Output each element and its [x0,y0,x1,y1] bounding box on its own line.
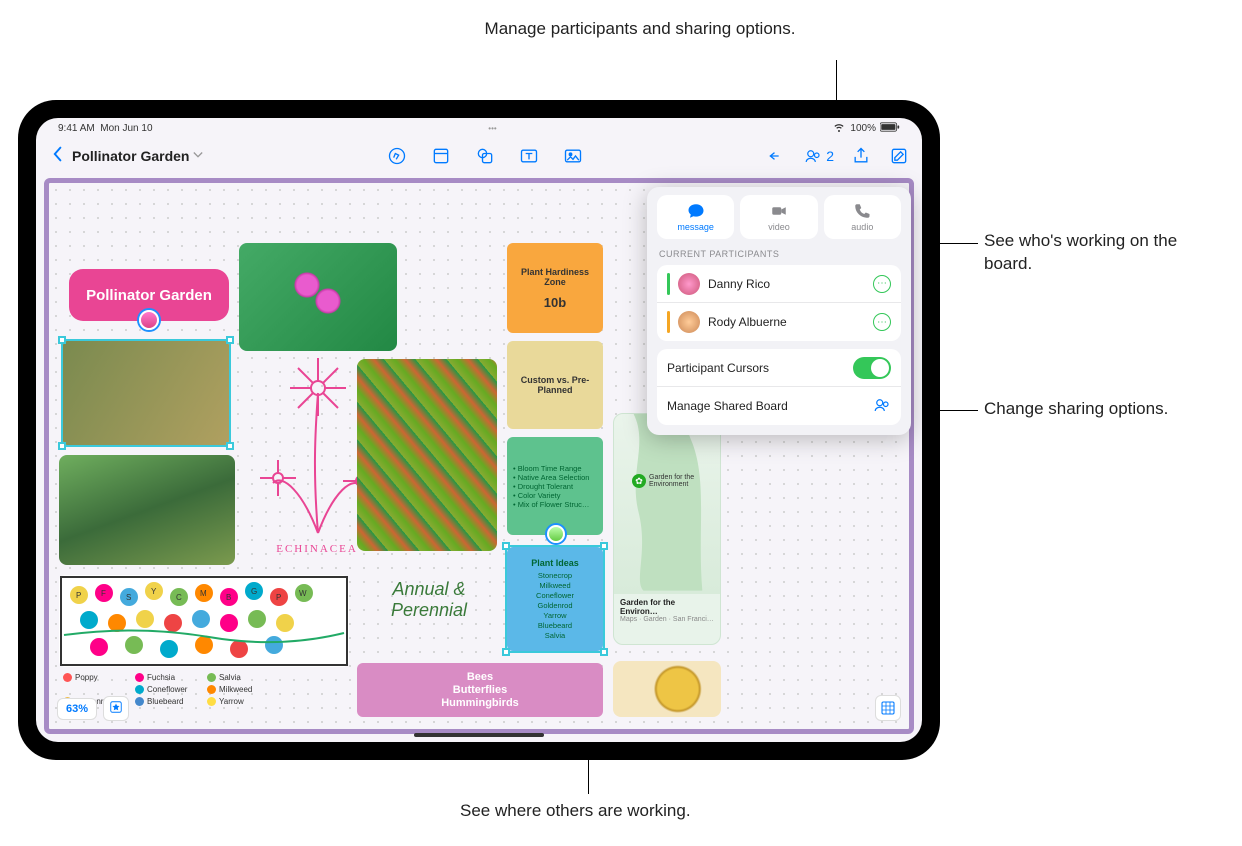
audio-button[interactable]: audio [824,195,901,239]
callout-manage: Manage participants and sharing options. [480,18,800,41]
avatar [678,273,700,295]
handwriting-text[interactable]: Annual & Perennial [359,579,499,621]
status-left: 9:41 AM Mon Jun 10 [58,123,153,134]
image-card[interactable] [613,661,721,717]
shapes-icon[interactable] [474,145,496,167]
svg-text:G: G [251,587,257,596]
collaboration-icon [873,396,891,417]
toolbar-center [386,145,584,167]
pen-tool-icon[interactable] [386,145,408,167]
media-icon[interactable] [562,145,584,167]
sketch-plan[interactable]: P F S Y C M B G P W [59,575,349,667]
svg-text:P: P [276,593,281,602]
callout-where-working: See where others are working. [460,800,691,823]
map-subcaption: Maps · Garden · San Franci… [620,616,714,623]
selection-box[interactable] [61,339,231,447]
compose-icon[interactable] [888,145,910,167]
participant-more-icon[interactable]: ⋯ [873,275,891,293]
zoom-level[interactable]: 63% [57,698,97,720]
selection-box[interactable]: Plant Ideas StonecropMilkweed Coneflower… [505,545,605,653]
map-card[interactable]: ✿ Garden for the Environment Garden for … [613,413,721,645]
sticky-note-icon[interactable] [430,145,452,167]
ipad-frame: 9:41 AM Mon Jun 10 ••• 100% Pollinator G… [18,100,940,760]
battery-icon [880,122,900,135]
participant-cursors-row[interactable]: Participant Cursors [657,349,901,387]
callout-sharing: Change sharing options. [984,398,1184,421]
text-box-icon[interactable] [518,145,540,167]
sticky-note-ideas[interactable]: Plant Ideas StonecropMilkweed Coneflower… [507,547,603,651]
svg-text:W: W [299,589,307,598]
sticky-note-bloom[interactable]: • Bloom Time Range • Native Area Selecti… [507,437,603,535]
screen: 9:41 AM Mon Jun 10 ••• 100% Pollinator G… [36,118,922,742]
participant-row[interactable]: Rody Albuerne ⋯ [657,303,901,341]
image-card[interactable] [63,341,229,445]
video-button[interactable]: video [740,195,817,239]
image-card[interactable] [357,359,497,551]
avatar [678,311,700,333]
map-caption: Garden for the Environ… [620,598,714,616]
presence-indicator [667,311,670,333]
sticky-note-hardiness[interactable]: Plant Hardiness Zone 10b [507,243,603,333]
svg-text:F: F [101,589,106,598]
undo-icon[interactable] [766,145,788,167]
image-decor [279,253,349,333]
svg-text:C: C [176,593,182,602]
svg-text:Y: Y [151,587,157,596]
toolbar-right: 2 [766,145,910,167]
participant-settings: Participant Cursors Manage Shared Board [657,349,901,425]
status-right: 100% [832,121,900,136]
status-bar: 9:41 AM Mon Jun 10 ••• 100% [36,118,922,138]
participant-cursor-avatar [547,525,565,543]
callout-participants: See who's working on the board. [984,230,1184,276]
sticky-note-custom[interactable]: Custom vs. Pre-Planned [507,341,603,429]
participants-header: CURRENT PARTICIPANTS [659,249,899,259]
home-indicator [414,733,544,737]
participants-popover: message video audio CURRENT PARTICIPANTS [647,187,911,435]
toolbar: Pollinator Garden 2 [36,138,922,174]
collaboration-button[interactable]: 2 [804,147,834,165]
zoom-controls: 63% [57,696,129,721]
minimap-icon[interactable] [875,695,901,721]
participant-row[interactable]: Danny Rico ⋯ [657,265,901,303]
image-card[interactable] [59,455,235,565]
chevron-down-icon[interactable] [193,151,203,162]
svg-text:P: P [76,591,81,600]
svg-text:M: M [200,589,207,598]
participant-cursor-avatar [139,310,159,330]
share-icon[interactable] [850,145,872,167]
participants-list: Danny Rico ⋯ Rody Albuerne ⋯ [657,265,901,341]
svg-text:S: S [126,593,131,602]
presence-indicator [667,273,670,295]
favorites-icon[interactable] [103,696,129,721]
cursors-toggle[interactable] [853,357,891,379]
sticky-note-bees[interactable]: Bees Butterflies Hummingbirds [357,663,603,717]
svg-text:B: B [226,593,231,602]
participant-more-icon[interactable]: ⋯ [873,313,891,331]
message-button[interactable]: message [657,195,734,239]
participant-name: Rody Albuerne [708,315,865,329]
participant-name: Danny Rico [708,277,865,291]
freeform-canvas[interactable]: Pollinator Garden ECHINACEA [44,178,914,734]
back-button[interactable] [48,146,68,167]
map-pin-icon: ✿ [632,474,646,488]
wifi-icon [832,121,846,136]
board-title[interactable]: Pollinator Garden [72,148,189,164]
manage-shared-board-row[interactable]: Manage Shared Board [657,387,901,425]
